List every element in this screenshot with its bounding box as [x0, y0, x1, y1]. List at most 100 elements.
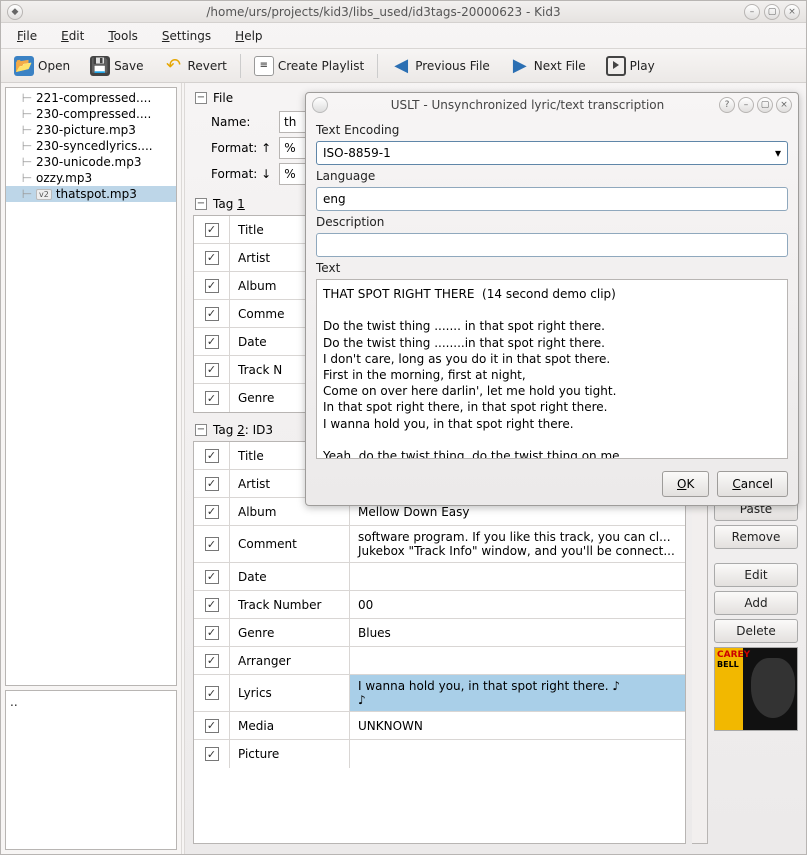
dialog-icon — [312, 97, 328, 113]
cancel-button[interactable]: Cancel — [717, 471, 788, 497]
next-icon: ▶ — [510, 56, 530, 76]
create-playlist-button[interactable]: ≡Create Playlist — [245, 52, 373, 80]
row-checkbox[interactable]: ✓ — [205, 626, 219, 640]
text-encoding-label: Text Encoding — [316, 123, 788, 137]
field-name: Comment — [230, 526, 350, 562]
field-value[interactable]: Blues — [350, 619, 685, 646]
section-file-header: File — [213, 91, 233, 105]
tree-item[interactable]: ⊢221-compressed.... — [6, 90, 176, 106]
description-input[interactable] — [316, 233, 788, 257]
table-row[interactable]: ✓ Commentsoftware program. If you like th… — [194, 526, 685, 563]
dialog-maximize-button[interactable]: ▢ — [757, 97, 773, 113]
row-checkbox[interactable]: ✓ — [205, 570, 219, 584]
remove-button[interactable]: Remove — [714, 525, 798, 549]
table-row[interactable]: ✓ Picture — [194, 740, 685, 768]
row-checkbox[interactable]: ✓ — [205, 654, 219, 668]
language-input[interactable]: eng — [316, 187, 788, 211]
table-row[interactable]: ✓LyricsI wanna hold you, in that spot ri… — [194, 675, 685, 712]
tree-item[interactable]: ⊢230-compressed.... — [6, 106, 176, 122]
field-name: Picture — [230, 740, 350, 768]
next-file-label: Next File — [534, 59, 586, 73]
collapse-toggle[interactable]: − — [195, 424, 207, 436]
text-encoding-select[interactable]: ISO-8859-1 ▾ — [316, 141, 788, 165]
menu-help[interactable]: Help — [225, 25, 272, 47]
menu-file[interactable]: File — [7, 25, 47, 47]
ok-button[interactable]: OK — [662, 471, 709, 497]
row-checkbox[interactable]: ✓ — [205, 598, 219, 612]
name-value: th — [284, 115, 296, 129]
row-checkbox[interactable]: ✓ — [205, 335, 219, 349]
row-checkbox[interactable]: ✓ — [205, 747, 219, 761]
tree-item[interactable]: ⊢230-unicode.mp3 — [6, 154, 176, 170]
playlist-icon: ≡ — [254, 56, 274, 76]
collapse-toggle[interactable]: − — [195, 92, 207, 104]
field-value[interactable]: software program. If you like this track… — [350, 526, 685, 562]
path-panel: .. — [5, 690, 177, 850]
dialog-close-button[interactable]: × — [776, 97, 792, 113]
row-checkbox[interactable]: ✓ — [205, 505, 219, 519]
table-row[interactable]: ✓GenreBlues — [194, 619, 685, 647]
revert-button[interactable]: ↶Revert — [155, 52, 236, 80]
app-icon: ◆ — [7, 4, 23, 20]
table-row[interactable]: ✓Arranger — [194, 647, 685, 675]
field-value[interactable] — [350, 740, 685, 768]
play-icon — [606, 56, 626, 76]
row-checkbox[interactable]: ✓ — [205, 449, 219, 463]
row-checkbox[interactable]: ✓ — [205, 391, 219, 405]
toolbar-separator — [377, 54, 378, 78]
field-value[interactable]: UNKNOWN — [350, 712, 685, 739]
play-button[interactable]: Play — [597, 52, 664, 80]
dialog-help-button[interactable]: ? — [719, 97, 735, 113]
tree-item[interactable]: ⊢ozzy.mp3 — [6, 170, 176, 186]
table-row[interactable]: ✓Track Number00 — [194, 591, 685, 619]
row-checkbox[interactable]: ✓ — [205, 251, 219, 265]
dialog-minimize-button[interactable]: – — [738, 97, 754, 113]
menu-edit[interactable]: Edit — [51, 25, 94, 47]
field-value[interactable]: I wanna hold you, in that spot right the… — [350, 675, 685, 711]
table-row[interactable]: ✓MediaUNKNOWN — [194, 712, 685, 740]
album-cover[interactable]: CAREY BELL — [714, 647, 798, 731]
prev-icon: ◀ — [391, 56, 411, 76]
cover-line1: CAREY — [717, 650, 750, 660]
add-button[interactable]: Add — [714, 591, 798, 615]
edit-button[interactable]: Edit — [714, 563, 798, 587]
save-button[interactable]: 💾Save — [81, 52, 152, 80]
next-file-button[interactable]: ▶ Next File — [501, 52, 595, 80]
tree-label: ozzy.mp3 — [36, 171, 92, 185]
row-checkbox[interactable]: ✓ — [205, 363, 219, 377]
row-checkbox[interactable]: ✓ — [205, 537, 219, 551]
collapse-toggle[interactable]: − — [195, 198, 207, 210]
row-checkbox[interactable]: ✓ — [205, 686, 219, 700]
chevron-down-icon: ▾ — [775, 146, 781, 160]
maximize-button[interactable]: ▢ — [764, 4, 780, 20]
tree-item[interactable]: ⊢230-picture.mp3 — [6, 122, 176, 138]
delete-button[interactable]: Delete — [714, 619, 798, 643]
row-checkbox[interactable]: ✓ — [205, 307, 219, 321]
table-row[interactable]: ✓Date — [194, 563, 685, 591]
row-checkbox[interactable]: ✓ — [205, 279, 219, 293]
file-tree[interactable]: ⊢221-compressed....⊢230-compressed....⊢2… — [5, 87, 177, 686]
window-title: /home/urs/projects/kid3/libs_used/id3tag… — [23, 5, 744, 19]
open-button[interactable]: 📂Open — [5, 52, 79, 80]
field-value[interactable]: 00 — [350, 591, 685, 618]
language-label: Language — [316, 169, 788, 183]
tree-item[interactable]: ⊢230-syncedlyrics.... — [6, 138, 176, 154]
format-down-label: Format: ↓ — [211, 167, 271, 181]
row-checkbox[interactable]: ✓ — [205, 477, 219, 491]
text-textarea[interactable]: THAT SPOT RIGHT THERE (14 second demo cl… — [316, 279, 788, 459]
tree-label: 230-picture.mp3 — [36, 123, 136, 137]
field-value[interactable] — [350, 647, 685, 674]
menu-tools[interactable]: Tools — [98, 25, 148, 47]
row-checkbox[interactable]: ✓ — [205, 719, 219, 733]
tree-branch-icon: ⊢ — [18, 187, 36, 201]
minimize-button[interactable]: – — [744, 4, 760, 20]
previous-file-button[interactable]: ◀Previous File — [382, 52, 499, 80]
tree-item[interactable]: ⊢v2thatspot.mp3 — [6, 186, 176, 202]
row-checkbox[interactable]: ✓ — [205, 223, 219, 237]
tree-label: 230-compressed.... — [36, 107, 151, 121]
close-button[interactable]: × — [784, 4, 800, 20]
tree-branch-icon: ⊢ — [18, 91, 36, 105]
field-value[interactable] — [350, 563, 685, 590]
menu-settings[interactable]: Settings — [152, 25, 221, 47]
revert-icon: ↶ — [164, 56, 184, 76]
